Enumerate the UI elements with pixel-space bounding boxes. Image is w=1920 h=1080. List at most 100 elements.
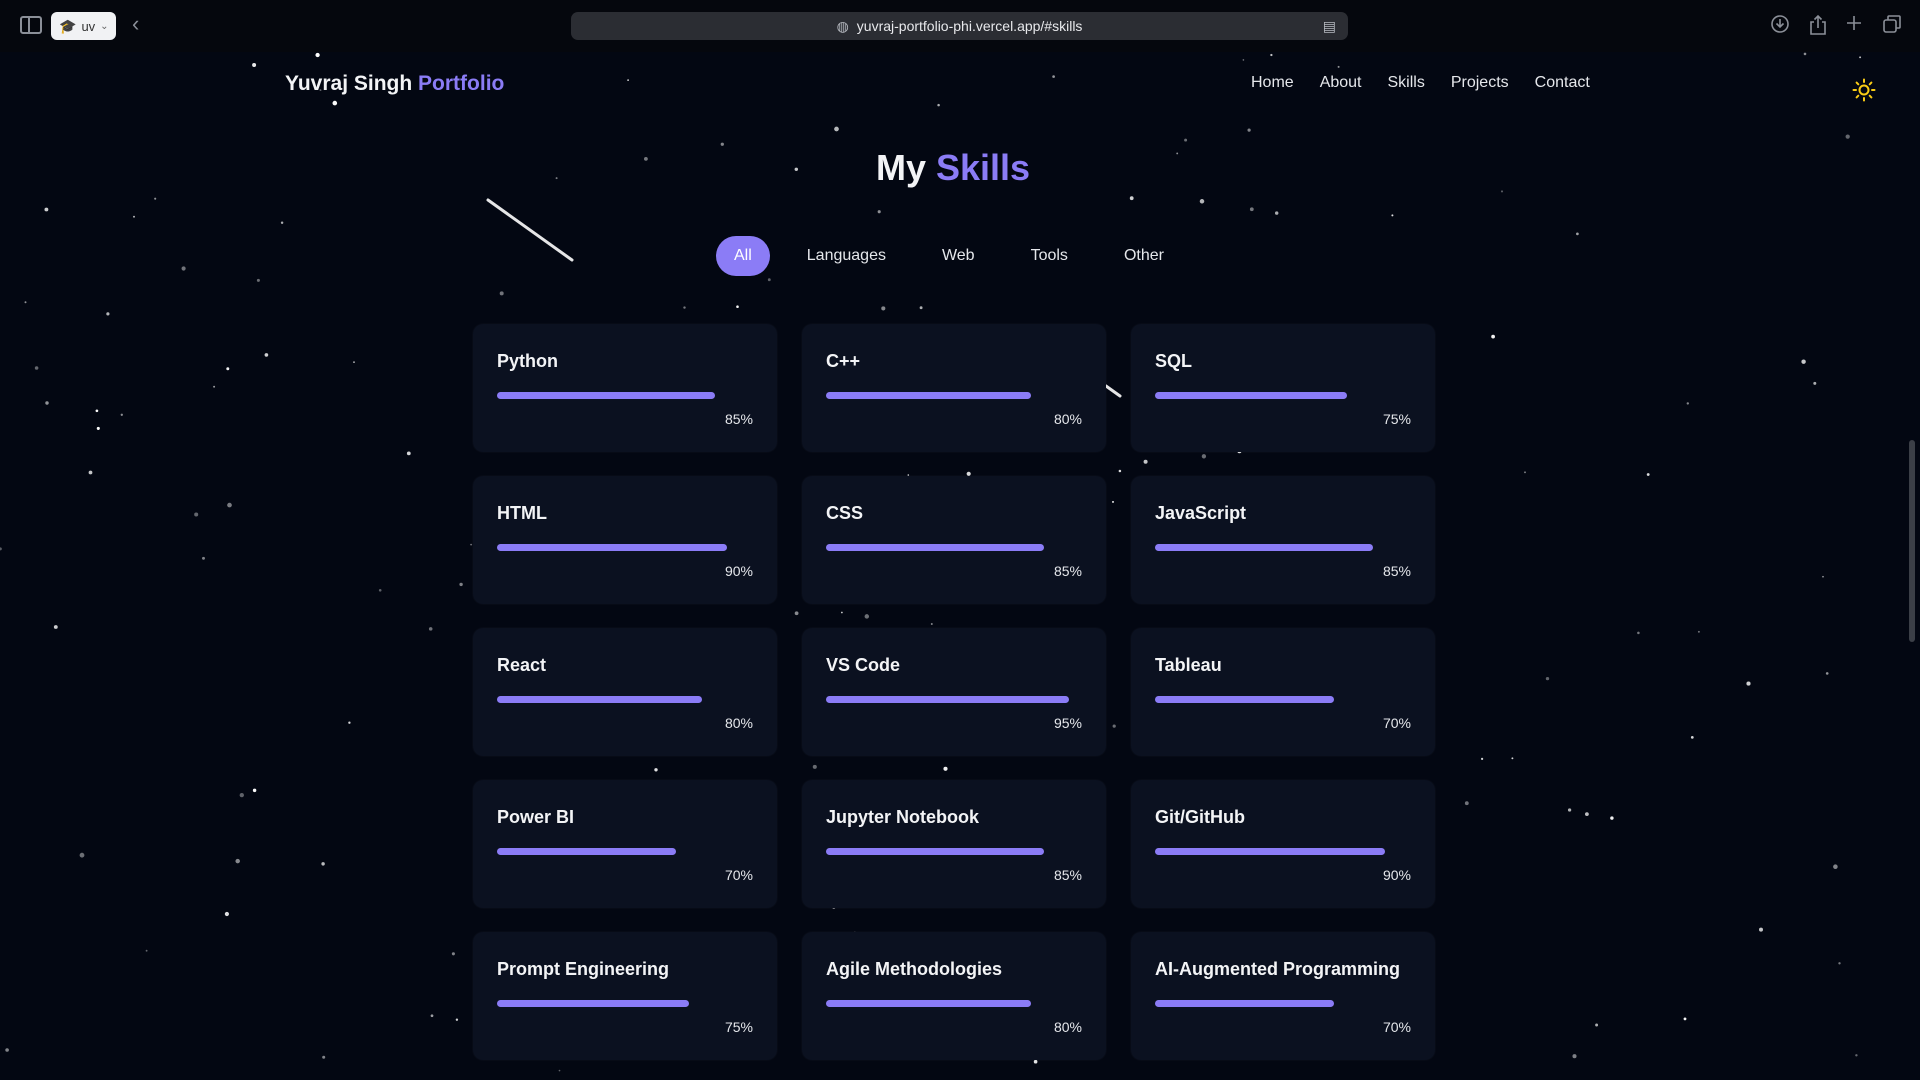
skill-progress-fill — [1155, 544, 1373, 551]
skill-progress-fill — [497, 848, 677, 855]
address-bar[interactable]: ◍ yuvraj-portfolio-phi.vercel.app/#skill… — [571, 12, 1348, 40]
download-icon[interactable] — [1770, 14, 1790, 38]
skill-name: JavaScript — [1155, 503, 1247, 523]
skill-card: JavaScript 85% — [1131, 476, 1435, 604]
skill-progress-fill — [497, 544, 728, 551]
skill-percent: 95% — [1053, 715, 1082, 731]
skill-name: C++ — [826, 351, 861, 371]
skill-progress-bar — [1155, 848, 1411, 855]
plus-icon[interactable] — [1845, 14, 1863, 36]
skill-progress-bar — [826, 696, 1082, 703]
nav-link-contact[interactable]: Contact — [1535, 74, 1590, 92]
nav-link-skills[interactable]: Skills — [1388, 74, 1425, 92]
graduation-cap-icon: 🎓 — [59, 17, 77, 34]
skill-name: Agile Methodologies — [826, 959, 1003, 979]
chevron-left-icon[interactable]: ‹ — [132, 13, 139, 35]
skill-progress-fill — [826, 544, 1044, 551]
skill-percent: 90% — [1382, 867, 1411, 883]
skill-percent: 90% — [724, 563, 753, 579]
skill-card: Tableau 70% — [1131, 628, 1435, 756]
skill-progress-fill — [1155, 848, 1386, 855]
skill-percent: 85% — [1382, 563, 1411, 579]
skill-card: Python 85% — [473, 324, 777, 452]
section-title: My Skills — [0, 147, 1906, 189]
skill-progress-fill — [826, 1000, 1031, 1007]
skill-progress-bar — [497, 544, 753, 551]
skill-card: AI-Augmented Programming 70% — [1131, 932, 1435, 1060]
skill-card: HTML 90% — [473, 476, 777, 604]
skill-progress-bar — [1155, 696, 1411, 703]
site-logo[interactable]: Yuvraj Singh Portfolio — [285, 72, 504, 96]
skill-card: Git/GitHub 90% — [1131, 780, 1435, 908]
skill-card: Prompt Engineering 75% — [473, 932, 777, 1060]
page-scrollbar[interactable] — [1909, 440, 1915, 642]
nav-link-about[interactable]: About — [1320, 74, 1362, 92]
skill-progress-bar — [1155, 544, 1411, 551]
skill-progress-fill — [826, 848, 1044, 855]
skill-filter-tabs: All Languages Web Tools Other — [716, 236, 1201, 276]
filter-tab-all[interactable]: All — [716, 236, 770, 276]
skill-percent: 70% — [1382, 715, 1411, 731]
skill-percent: 80% — [1053, 1019, 1082, 1035]
nav-link-home[interactable]: Home — [1251, 74, 1294, 92]
brand-accent: Portfolio — [418, 72, 505, 95]
skill-progress-fill — [497, 392, 715, 399]
skill-percent: 80% — [724, 715, 753, 731]
filter-tab-other[interactable]: Other — [1105, 236, 1183, 276]
skill-progress-bar — [497, 392, 753, 399]
skill-name: Git/GitHub — [1155, 807, 1245, 827]
skill-progress-bar — [1155, 1000, 1411, 1007]
skill-percent: 80% — [1053, 411, 1082, 427]
skill-name: Jupyter Notebook — [826, 807, 980, 827]
skill-progress-fill — [497, 1000, 689, 1007]
skill-progress-fill — [1155, 392, 1347, 399]
main-nav: Home About Skills Projects Contact — [1251, 74, 1616, 92]
skill-progress-fill — [826, 696, 1070, 703]
browser-window: 🎓 uv ⌄ ‹ ◍ yuvraj-portfolio-phi.vercel.a… — [0, 0, 1920, 1080]
skill-name: React — [497, 655, 547, 675]
skill-progress-bar — [826, 544, 1082, 551]
skill-name: Prompt Engineering — [497, 959, 670, 979]
profile-switcher[interactable]: 🎓 uv ⌄ — [51, 12, 116, 40]
skill-name: Python — [497, 351, 558, 371]
skill-card: C++ 80% — [802, 324, 1106, 452]
skill-card: VS Code 95% — [802, 628, 1106, 756]
skill-name: SQL — [1155, 351, 1193, 371]
sidebar-toggle-icon[interactable] — [20, 16, 42, 34]
url-text: yuvraj-portfolio-phi.vercel.app/#skills — [856, 18, 1083, 34]
skill-card: Jupyter Notebook 85% — [802, 780, 1106, 908]
skill-percent: 70% — [724, 867, 753, 883]
chevron-down-icon: ⌄ — [100, 20, 109, 32]
skill-progress-fill — [1155, 696, 1335, 703]
skill-card: Agile Methodologies 80% — [802, 932, 1106, 1060]
skill-progress-bar — [497, 696, 753, 703]
skill-progress-fill — [497, 696, 702, 703]
skill-name: HTML — [497, 503, 547, 523]
skill-progress-bar — [826, 392, 1082, 399]
skill-name: AI-Augmented Programming — [1155, 959, 1401, 979]
skill-progress-bar — [497, 1000, 753, 1007]
skill-percent: 85% — [724, 411, 753, 427]
skill-name: VS Code — [826, 655, 901, 675]
tab-overview-icon[interactable] — [1882, 14, 1902, 38]
section-title-accent: Skills — [935, 147, 1031, 188]
skill-name: Tableau — [1155, 655, 1222, 675]
skill-progress-bar — [1155, 392, 1411, 399]
section-title-plain: My — [875, 147, 926, 188]
skill-name: CSS — [826, 503, 864, 523]
skill-card: React 80% — [473, 628, 777, 756]
brand-name: Yuvraj Singh — [285, 72, 413, 95]
skill-percent: 75% — [1382, 411, 1411, 427]
skill-percent: 85% — [1053, 563, 1082, 579]
filter-tab-languages[interactable]: Languages — [788, 236, 905, 276]
filter-tab-tools[interactable]: Tools — [1012, 236, 1087, 276]
filter-tab-web[interactable]: Web — [923, 236, 994, 276]
skill-progress-bar — [826, 1000, 1082, 1007]
skill-card: SQL 75% — [1131, 324, 1435, 452]
nav-link-projects[interactable]: Projects — [1451, 74, 1509, 92]
skill-name: Power BI — [497, 807, 575, 827]
profile-label: uv — [81, 18, 96, 34]
sun-icon[interactable] — [1852, 78, 1876, 102]
share-icon[interactable] — [1808, 14, 1828, 40]
reader-mode-icon[interactable]: ▤ — [1323, 18, 1336, 35]
